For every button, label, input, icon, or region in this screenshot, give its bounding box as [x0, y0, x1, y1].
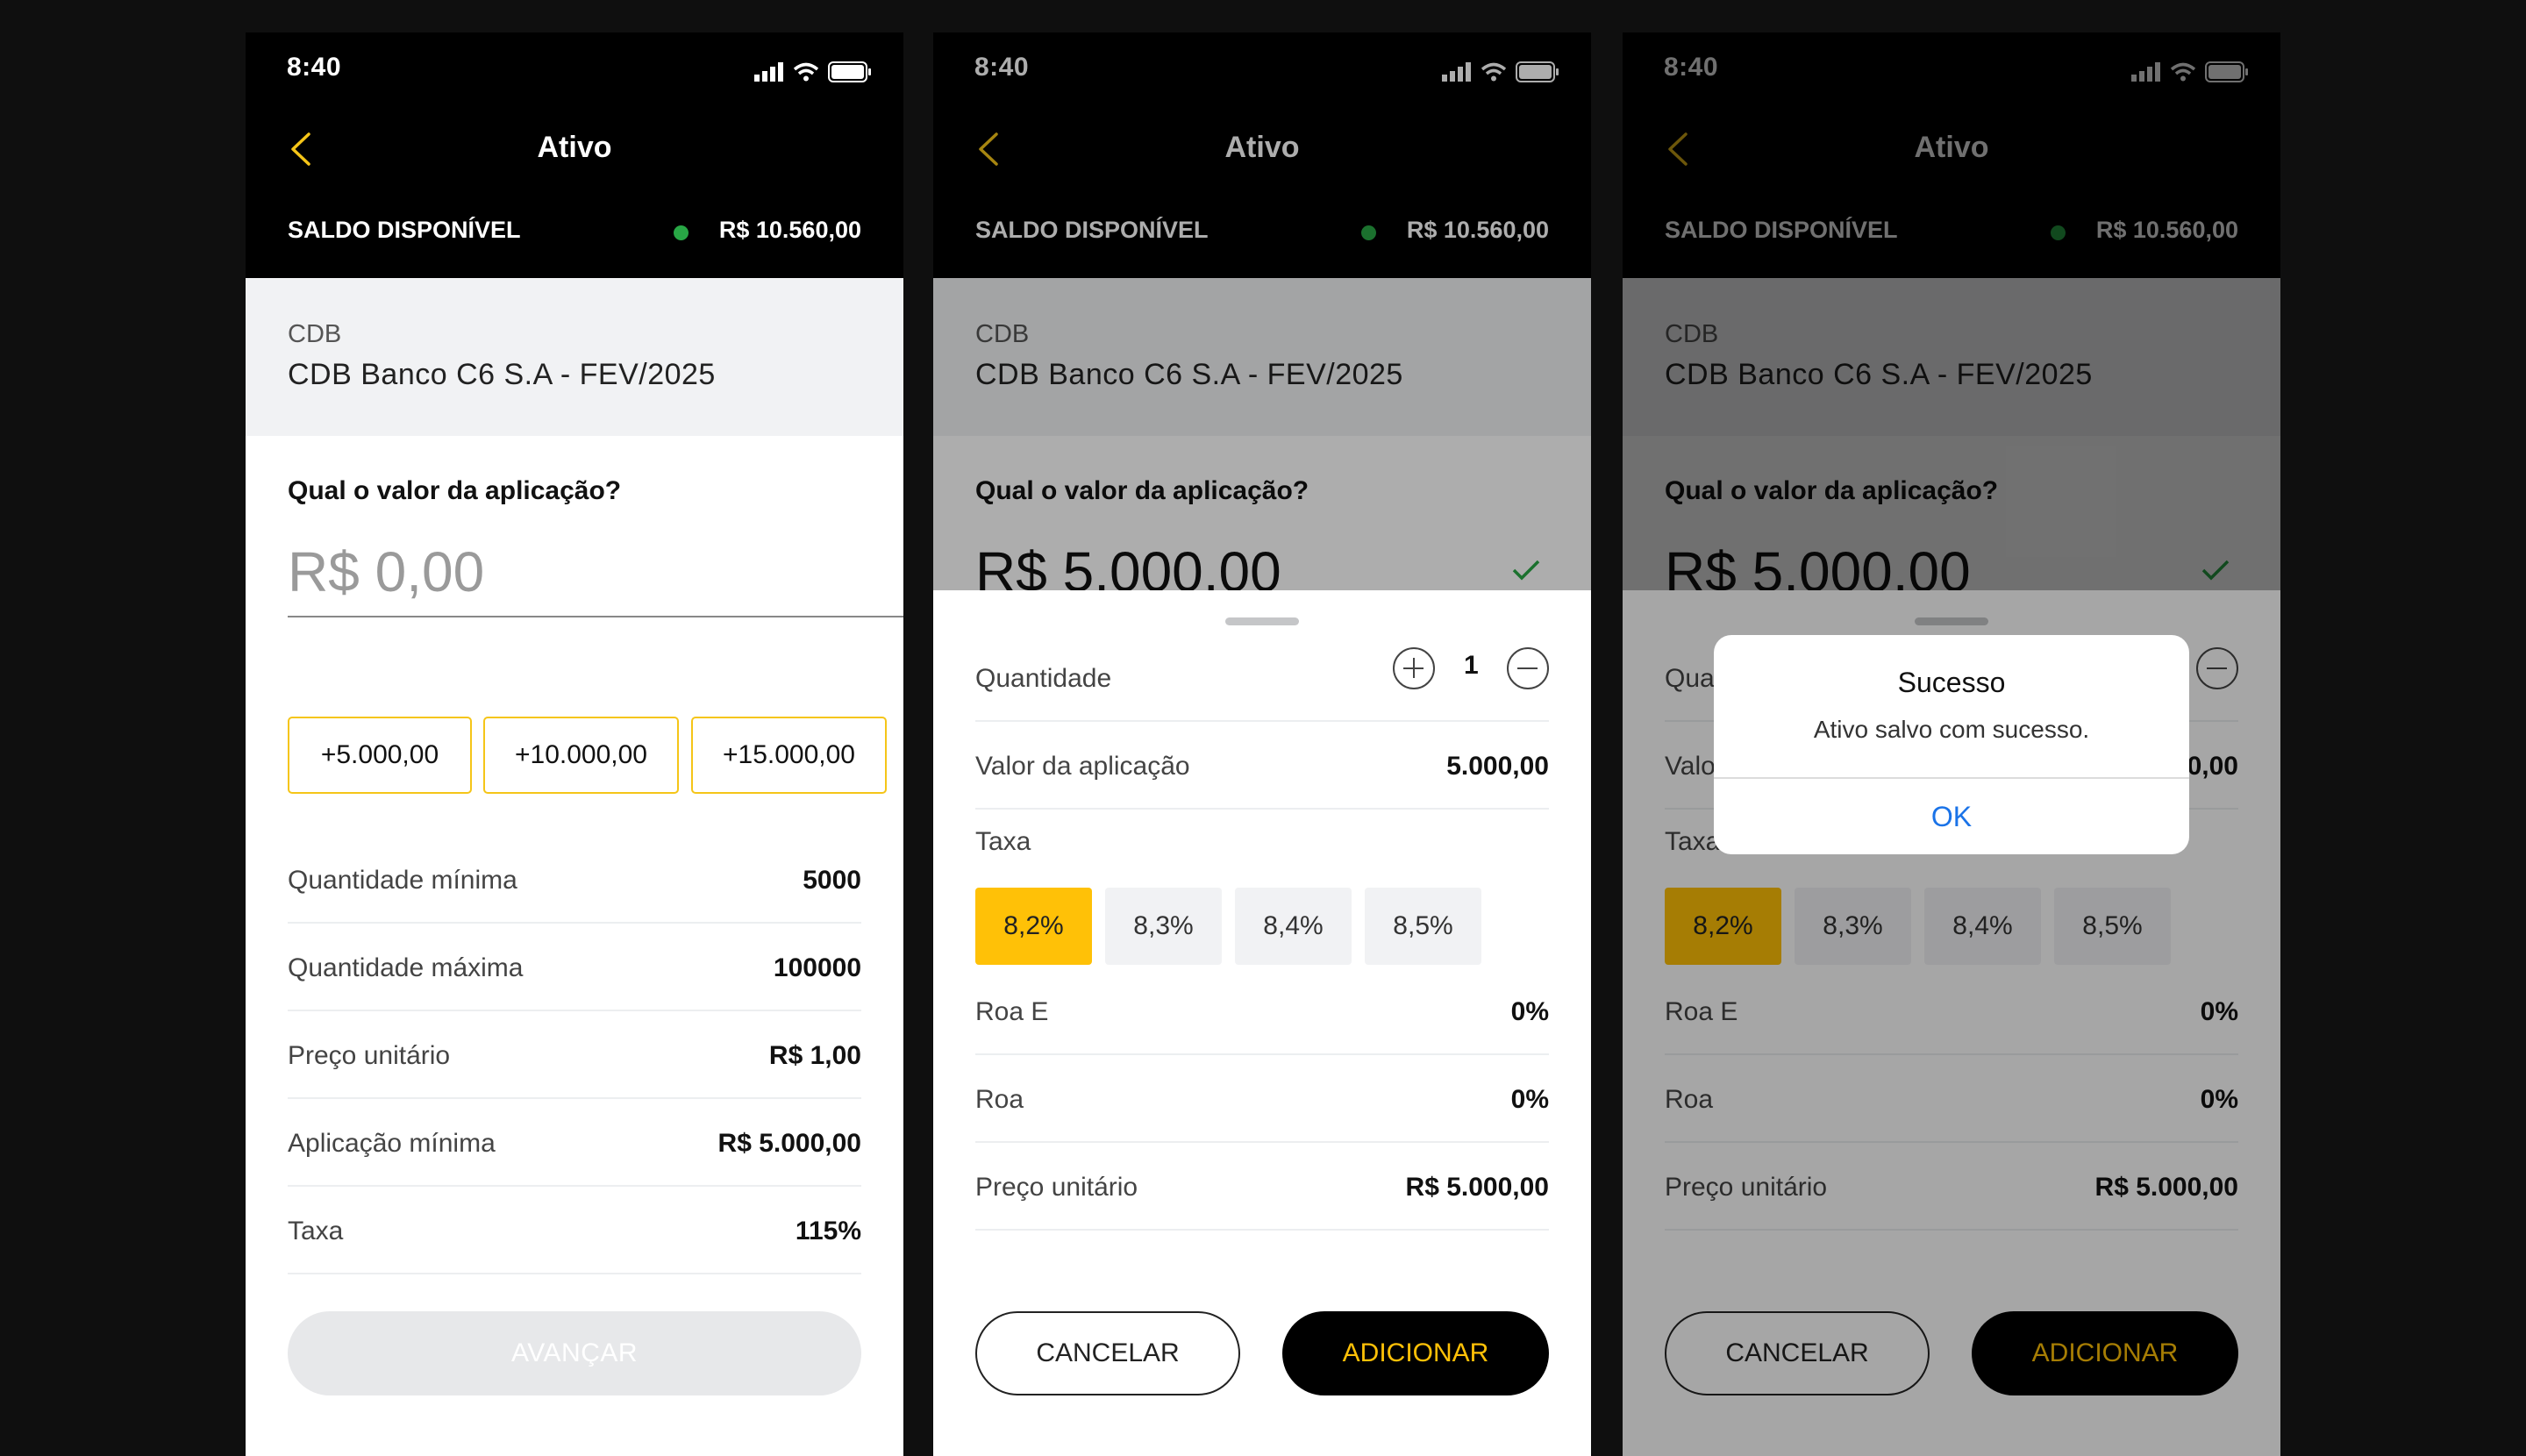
detail-value: 5000	[803, 866, 861, 895]
detail-row: Quantidade mínima 5000	[288, 836, 861, 924]
screen-asset-form: 8:40 Ativo SALDO DISPONÍVEL R$ 10.560,00…	[246, 32, 903, 1456]
increase-quantity-button[interactable]	[1393, 647, 1435, 689]
quick-add-10000-button[interactable]: +10.000,00	[483, 717, 679, 794]
wifi-icon	[793, 62, 819, 82]
detail-row: Roa E 0%	[975, 967, 1549, 1055]
detail-value: R$ 5.000,00	[717, 1129, 861, 1158]
asset-type: CDB	[288, 320, 342, 348]
application-value: 5.000,00	[1446, 752, 1549, 781]
detail-row: Quantidade máxima 100000	[288, 924, 861, 1011]
quick-add-5000-button[interactable]: +5.000,00	[288, 717, 472, 794]
quantity-value: 1	[1464, 651, 1479, 680]
add-button[interactable]: ADICIONAR	[1282, 1311, 1549, 1395]
alert-ok-button[interactable]: OK	[1714, 779, 2189, 854]
quick-add-15000-button[interactable]: +15.000,00	[691, 717, 887, 794]
nav-title: Ativo	[537, 131, 612, 164]
rate-chip-8-3[interactable]: 8,3%	[1105, 888, 1222, 965]
backdrop[interactable]	[933, 32, 1591, 590]
asset-info	[246, 278, 903, 436]
rate-chip-8-2[interactable]: 8,2%	[975, 888, 1092, 965]
screen-add-sheet: 8:40 Ativo SALDO DISPONÍVEL R$ 10.560,00…	[933, 32, 1591, 1456]
amount-question: Qual o valor da aplicação?	[288, 476, 622, 505]
application-row: Valor da aplicação 5.000,00	[975, 722, 1549, 810]
amount-input[interactable]: R$ 0,00	[288, 539, 484, 604]
minus-icon	[1517, 667, 1538, 669]
detail-label: Preço unitário	[975, 1173, 1138, 1202]
detail-label: Quantidade máxima	[288, 953, 524, 982]
rate-label: Taxa	[975, 827, 1031, 856]
asset-name: CDB Banco C6 S.A - FEV/2025	[288, 358, 716, 391]
screen-success-alert: 8:40 Ativo SALDO DISPONÍVEL R$ 10.560,00…	[1623, 32, 2280, 1456]
detail-row: Preço unitário R$ 1,00	[288, 1011, 861, 1099]
detail-value: 0%	[1510, 1085, 1549, 1114]
quantity-label: Quantidade	[975, 664, 1112, 693]
advance-button[interactable]: AVANÇAR	[288, 1311, 861, 1395]
decrease-quantity-button[interactable]	[1507, 647, 1549, 689]
detail-row: Aplicação mínima R$ 5.000,00	[288, 1099, 861, 1187]
detail-label: Aplicação mínima	[288, 1129, 496, 1158]
detail-value: 0%	[1510, 997, 1549, 1026]
status-icons	[754, 61, 872, 82]
detail-value: 115%	[795, 1217, 861, 1245]
quantity-row: Quantidade	[975, 634, 1549, 722]
rate-chip-8-4[interactable]: 8,4%	[1235, 888, 1352, 965]
battery-icon	[828, 61, 871, 82]
saldo-value: R$ 10.560,00	[718, 217, 861, 243]
saldo-label: SALDO DISPONÍVEL	[288, 217, 521, 243]
amount-underline	[288, 616, 903, 617]
status-time: 8:40	[287, 53, 342, 82]
detail-label: Taxa	[288, 1217, 344, 1245]
sheet-handle[interactable]	[1225, 617, 1299, 625]
detail-label: Roa	[975, 1085, 1024, 1114]
status-dot	[674, 225, 689, 240]
detail-row: Taxa 115%	[288, 1187, 861, 1274]
alert-message: Ativo salvo com sucesso.	[1813, 716, 2090, 743]
success-alert: Sucesso Ativo salvo com sucesso. OK	[1714, 635, 2189, 854]
detail-row: Preço unitário R$ 5.000,00	[975, 1143, 1549, 1231]
header: 8:40 Ativo SALDO DISPONÍVEL R$ 10.560,00	[246, 32, 903, 278]
alert-title: Sucesso	[1897, 667, 2006, 698]
application-label: Valor da aplicação	[975, 752, 1190, 781]
detail-value: 100000	[773, 953, 861, 982]
rate-chip-8-5[interactable]: 8,5%	[1365, 888, 1481, 965]
detail-value: R$ 5.000,00	[1405, 1173, 1549, 1202]
signal-icon	[754, 62, 783, 82]
detail-label: Quantidade mínima	[288, 866, 517, 895]
detail-label: Preço unitário	[288, 1041, 451, 1070]
detail-row: Roa 0%	[975, 1055, 1549, 1143]
cancel-button[interactable]: CANCELAR	[975, 1311, 1240, 1395]
detail-value: R$ 1,00	[768, 1041, 861, 1070]
detail-label: Roa E	[975, 997, 1049, 1026]
